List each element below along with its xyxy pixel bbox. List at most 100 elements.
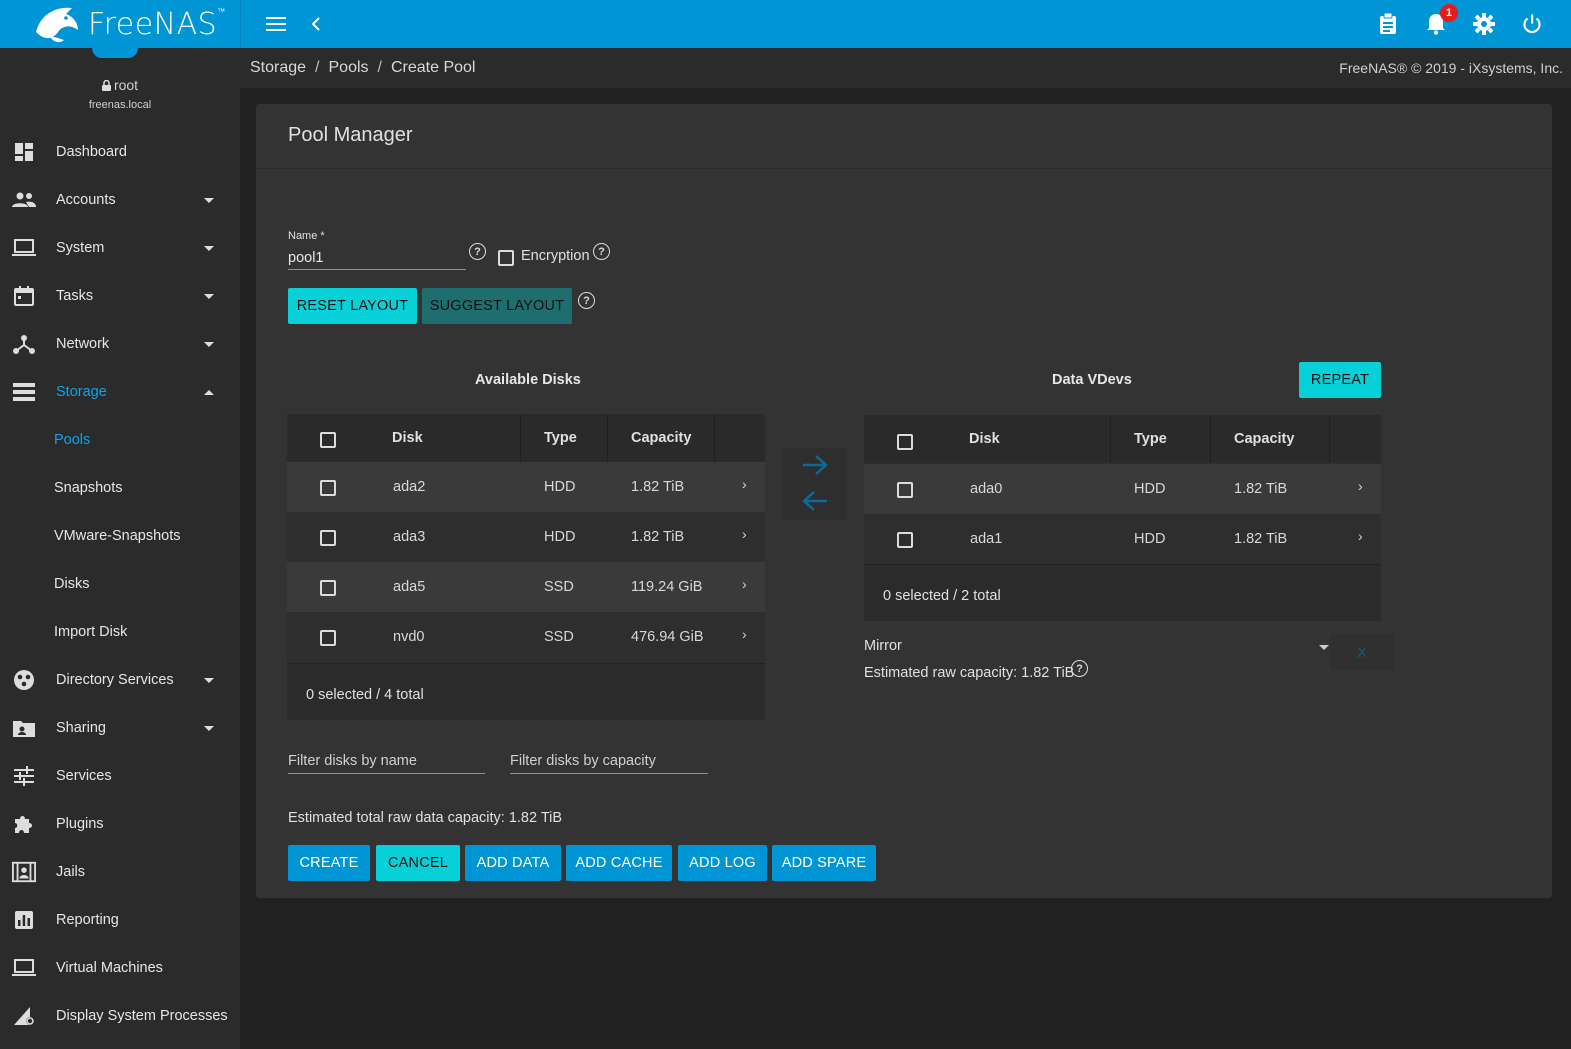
help-icon[interactable]: ? <box>593 243 610 260</box>
column-header-type[interactable]: Type <box>544 430 577 446</box>
notifications-badge: 1 <box>1440 4 1458 22</box>
name-field-label: Name * <box>288 230 325 242</box>
tune-icon <box>12 764 36 788</box>
encryption-checkbox[interactable] <box>498 250 514 266</box>
logo-text: FreeNAS™ <box>88 6 226 42</box>
breadcrumb-separator: / <box>377 59 382 76</box>
sharing-icon <box>12 716 36 740</box>
sidebar-item-tasks[interactable]: Tasks <box>0 272 240 320</box>
breadcrumb-pools[interactable]: Pools <box>329 59 369 77</box>
row-checkbox[interactable] <box>897 532 913 548</box>
table-row[interactable]: ada1 HDD 1.82 TiB › <box>864 514 1381 564</box>
sidebar-item-virtual-machines[interactable]: Virtual Machines <box>0 944 240 992</box>
menu-icon[interactable] <box>264 12 288 36</box>
sidebar-subitem-disks[interactable]: Disks <box>0 560 240 608</box>
total-estimated-capacity: Estimated total raw data capacity: 1.82 … <box>288 810 563 826</box>
row-checkbox[interactable] <box>320 630 336 646</box>
add-log-button[interactable]: ADD LOG <box>678 845 767 881</box>
clipboard-icon[interactable] <box>1376 12 1400 36</box>
create-button[interactable]: CREATE <box>288 845 370 881</box>
row-checkbox[interactable] <box>320 530 336 546</box>
sidebar-item-plugins[interactable]: Plugins <box>0 800 240 848</box>
row-checkbox[interactable] <box>320 580 336 596</box>
add-data-button[interactable]: ADD DATA <box>465 845 561 881</box>
pool-manager-card: Pool Manager Name * ? Encryption ? RESET… <box>256 104 1552 898</box>
sidebar-item-accounts[interactable]: Accounts <box>0 176 240 224</box>
add-cache-button[interactable]: ADD CACHE <box>566 845 672 881</box>
column-header-type[interactable]: Type <box>1134 431 1167 447</box>
sidebar-subitem-snapshots[interactable]: Snapshots <box>0 464 240 512</box>
column-header-capacity[interactable]: Capacity <box>1234 431 1294 447</box>
jail-icon <box>12 860 36 884</box>
reset-layout-button[interactable]: RESET LAYOUT <box>288 288 417 324</box>
freenas-logo[interactable]: FreeNAS™ <box>32 2 232 46</box>
row-checkbox[interactable] <box>320 480 336 496</box>
breadcrumb-storage[interactable]: Storage <box>250 59 306 77</box>
column-header-disk[interactable]: Disk <box>969 431 1000 447</box>
sidebar-item-display-system-processes[interactable]: Display System Processes <box>0 992 240 1040</box>
help-icon[interactable]: ? <box>469 243 486 260</box>
vdev-layout-select[interactable]: Mirror <box>864 634 1331 660</box>
help-icon[interactable]: ? <box>1071 660 1088 677</box>
sidebar-subitem-pools[interactable]: Pools <box>0 416 240 464</box>
arrow-right-icon[interactable] <box>802 454 828 481</box>
chevron-right-icon[interactable]: › <box>1358 528 1363 544</box>
sidebar-item-storage[interactable]: Storage <box>0 368 240 416</box>
notifications-bell-icon[interactable]: 1 <box>1424 4 1458 36</box>
disk-capacity: 1.82 TiB <box>631 479 685 495</box>
table-footer: 0 selected / 4 total <box>287 663 765 720</box>
table-row[interactable]: ada2 HDD 1.82 TiB › <box>287 462 765 512</box>
sidebar-item-system[interactable]: System <box>0 224 240 272</box>
data-vdevs-table: Disk Type Capacity ada0 HDD 1.82 TiB › a… <box>864 415 1381 621</box>
table-row[interactable]: ada5 SSD 119.24 GiB › <box>287 562 765 612</box>
add-spare-button[interactable]: ADD SPARE <box>772 845 876 881</box>
sidebar-item-jails[interactable]: Jails <box>0 848 240 896</box>
table-row[interactable]: ada0 HDD 1.82 TiB › <box>864 464 1381 514</box>
filter-disks-by-capacity-input[interactable] <box>510 748 708 774</box>
sidebar-item-sharing[interactable]: Sharing <box>0 704 240 752</box>
filter-disks-by-name-input[interactable] <box>288 748 485 774</box>
move-arrows <box>782 448 846 520</box>
copyright-text: FreeNAS® © 2019 - iXsystems, Inc. <box>1339 60 1563 76</box>
sidebar-subitem-vmware-snapshots[interactable]: VMware-Snapshots <box>0 512 240 560</box>
breadcrumb-separator: / <box>315 59 320 76</box>
column-header-capacity[interactable]: Capacity <box>631 430 691 446</box>
disk-name: ada5 <box>393 579 426 595</box>
dashboard-icon <box>12 140 36 164</box>
sidebar-item-directory-services[interactable]: Directory Services <box>0 656 240 704</box>
sidebar-subitem-import-disk[interactable]: Import Disk <box>0 608 240 656</box>
table-footer: 0 selected / 2 total <box>864 564 1381 621</box>
repeat-button[interactable]: REPEAT <box>1299 362 1381 398</box>
pool-name-input[interactable] <box>288 246 466 270</box>
chevron-right-icon[interactable]: › <box>742 526 747 542</box>
sidebar-item-services[interactable]: Services <box>0 752 240 800</box>
table-row[interactable]: ada3 HDD 1.82 TiB › <box>287 512 765 562</box>
cancel-button[interactable]: CANCEL <box>376 845 460 881</box>
sidebar-item-reporting[interactable]: Reporting <box>0 896 240 944</box>
chevron-right-icon[interactable]: › <box>1358 478 1363 494</box>
table-row[interactable]: nvd0 SSD 476.94 GiB › <box>287 612 765 662</box>
vdev-estimated-capacity: Estimated raw capacity: 1.82 TiB <box>864 665 1075 681</box>
disk-type: HDD <box>544 529 576 545</box>
suggest-layout-button[interactable]: SUGGEST LAYOUT <box>422 288 572 324</box>
help-icon[interactable]: ? <box>578 292 595 309</box>
chevron-right-icon[interactable]: › <box>742 476 747 492</box>
select-all-checkbox[interactable] <box>897 434 913 450</box>
chevron-right-icon[interactable]: › <box>742 576 747 592</box>
chevron-left-icon[interactable] <box>304 12 328 36</box>
select-all-checkbox[interactable] <box>320 432 336 448</box>
chevron-down-icon <box>204 677 214 683</box>
row-checkbox[interactable] <box>897 482 913 498</box>
chevron-right-icon[interactable]: › <box>742 626 747 642</box>
sidebar-item-dashboard[interactable]: Dashboard <box>0 128 240 176</box>
arrow-left-icon[interactable] <box>802 490 828 517</box>
avatar[interactable] <box>92 48 138 58</box>
disk-capacity: 1.82 TiB <box>631 529 685 545</box>
column-divider <box>714 414 715 462</box>
column-header-disk[interactable]: Disk <box>392 430 423 446</box>
remove-vdev-button[interactable]: X <box>1330 634 1394 670</box>
sidebar-item-network[interactable]: Network <box>0 320 240 368</box>
power-icon[interactable] <box>1520 12 1544 36</box>
user-block: root freenas.local <box>0 48 240 128</box>
gear-icon[interactable] <box>1472 12 1496 36</box>
